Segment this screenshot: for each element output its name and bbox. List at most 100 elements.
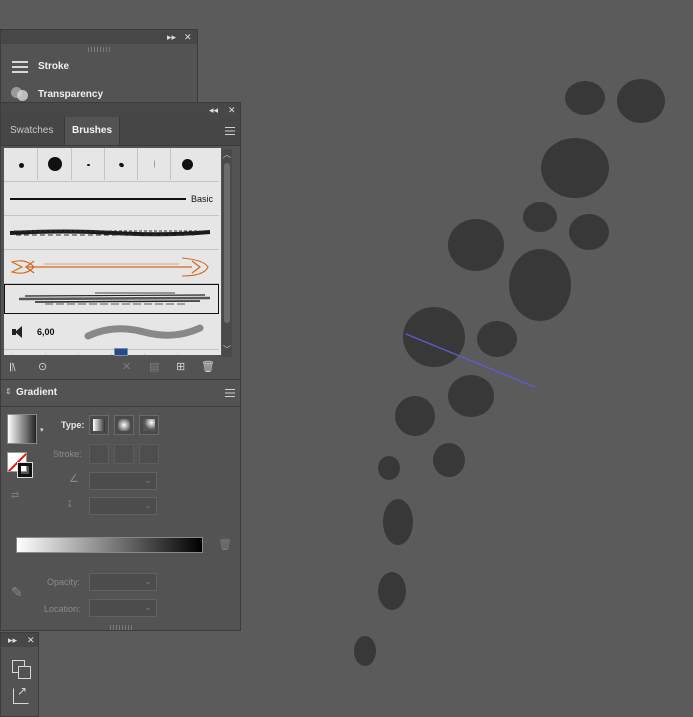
transparency-item[interactable]: Transparency <box>38 89 103 100</box>
stroke-label: Stroke: <box>53 449 82 459</box>
ink-blob <box>378 456 400 480</box>
close-icon[interactable]: ✕ <box>184 31 192 43</box>
scroll-down-icon[interactable]: ﹀ <box>223 344 231 356</box>
type-label: Type: <box>61 420 85 430</box>
close-icon[interactable]: ✕ <box>27 634 35 646</box>
pathfinder-icon[interactable] <box>12 660 31 679</box>
panel-titlebar[interactable]: ▸▸ ✕ <box>1 633 38 647</box>
arrow-stroke-preview <box>10 257 209 277</box>
brush-list[interactable]: Basic 6,00 <box>4 148 221 355</box>
gradient-panel: ⇕ Gradient ▾ ⇄ Type: Stroke: ∠ ⌄ ↨ ⌄ 🗑 ✎… <box>0 379 241 631</box>
brush-dot <box>19 163 24 168</box>
tool-dock-panel: ▸▸ ✕ ↗ <box>0 632 39 717</box>
brush-list-scrollbar[interactable]: ︿ ﹀ <box>222 149 232 357</box>
linear-gradient-button[interactable] <box>89 415 109 435</box>
panel-grip[interactable] <box>109 625 132 630</box>
brush-row-arrow[interactable] <box>4 250 219 284</box>
aspect-ratio-field[interactable]: ⌄ <box>89 497 157 515</box>
gradient-dropdown-icon[interactable]: ▾ <box>40 426 44 434</box>
panel-tabs: Swatches Brushes <box>1 117 240 146</box>
resize-handle-icon[interactable] <box>114 348 128 356</box>
stroke-within-button[interactable] <box>89 444 109 464</box>
basic-brush-label: Basic <box>191 194 214 204</box>
ink-blob <box>448 375 494 417</box>
scroll-thumb[interactable] <box>224 163 230 323</box>
stroke-transparency-panel: ▸▸ ✕ Stroke Transparency <box>0 29 198 107</box>
angle-field[interactable]: ⌄ <box>89 472 157 490</box>
scroll-up-icon[interactable]: ︿ <box>223 149 231 161</box>
panel-grip[interactable] <box>88 47 110 52</box>
basic-stroke-preview <box>10 198 186 200</box>
opacity-field[interactable]: ⌄ <box>89 573 157 591</box>
export-icon[interactable]: ↗ <box>13 684 29 704</box>
gradient-slider[interactable] <box>16 537 203 553</box>
brush-swatch[interactable] <box>72 148 105 180</box>
new-brush-icon[interactable]: ⊞ <box>176 361 185 373</box>
eyedropper-icon[interactable]: ✎ <box>11 584 23 601</box>
ink-blob <box>569 214 609 250</box>
brush-dot <box>182 159 193 170</box>
stroke-lines-icon <box>12 61 28 73</box>
tab-swatches[interactable]: Swatches <box>3 117 60 145</box>
delete-brush-icon[interactable]: 🗑 <box>201 361 215 373</box>
panel-titlebar[interactable]: ▸▸ ✕ <box>1 30 197 44</box>
brush-libraries-icon[interactable]: 𝄃\ <box>10 362 16 374</box>
collapse-icon[interactable]: ◂◂ <box>209 104 218 116</box>
reverse-gradient-icon[interactable]: ⇄ <box>11 490 19 501</box>
gradient-thumbnail[interactable] <box>7 414 37 444</box>
brush-row-partial[interactable] <box>4 350 219 355</box>
fill-stroke-icon[interactable] <box>7 452 37 480</box>
ink-blob <box>509 249 571 321</box>
pressure-stroke-preview <box>84 324 204 340</box>
close-icon[interactable]: ✕ <box>228 104 236 116</box>
ink-blob <box>378 572 406 610</box>
brush-dot <box>87 164 90 166</box>
location-field[interactable]: ⌄ <box>89 599 157 617</box>
gradient-header: ⇕ Gradient <box>1 380 240 407</box>
ink-blob <box>433 443 465 477</box>
charcoal-stroke-preview <box>9 229 211 237</box>
brush-swatch[interactable] <box>38 148 72 180</box>
ink-blob <box>395 396 435 436</box>
panel-menu-icon[interactable] <box>225 389 235 397</box>
delete-stop-icon[interactable]: 🗑 <box>218 539 232 551</box>
freeform-gradient-button[interactable] <box>139 415 159 435</box>
ink-blob <box>354 636 376 666</box>
angle-icon: ∠ <box>69 473 79 485</box>
collapse-icon[interactable]: ▸▸ <box>167 31 176 43</box>
ink-blob <box>523 202 557 232</box>
panel-menu-icon[interactable] <box>225 127 235 135</box>
radial-gradient-button[interactable] <box>114 415 134 435</box>
bristle-stroke-preview <box>18 292 211 305</box>
panel-titlebar[interactable]: ◂◂ ✕ <box>1 103 240 117</box>
brush-swatch[interactable] <box>138 148 171 180</box>
remove-brush-stroke-icon[interactable]: ✕ <box>122 361 131 373</box>
gradient-title: Gradient <box>16 387 58 398</box>
brush-dot <box>118 162 125 168</box>
libraries-panel-icon[interactable]: ⊙ <box>38 361 47 373</box>
location-label: Location: <box>44 604 81 614</box>
stroke-along-button[interactable] <box>114 444 134 464</box>
brush-options-icon[interactable]: ▤ <box>149 361 159 373</box>
brush-row-charcoal[interactable] <box>4 216 219 250</box>
brush-dot <box>48 157 62 171</box>
brush-row-basic[interactable]: Basic <box>4 182 219 216</box>
brush-row-pressure[interactable]: 6,00 <box>4 316 219 350</box>
brush-row-dots <box>4 148 219 182</box>
brush-swatch[interactable] <box>105 148 138 180</box>
brush-row-bristle-selected[interactable] <box>4 284 219 314</box>
ink-blob <box>383 499 413 545</box>
brush-swatch[interactable] <box>4 148 38 180</box>
expand-icon[interactable]: ▸▸ <box>8 634 17 646</box>
stroke-item[interactable]: Stroke <box>38 61 69 72</box>
tab-brushes[interactable]: Brushes <box>64 117 121 145</box>
opacity-label: Opacity: <box>47 577 81 587</box>
ink-blob <box>541 138 609 198</box>
updown-arrows-icon[interactable]: ⇕ <box>5 387 12 396</box>
brush-dot <box>154 160 155 168</box>
ink-blob <box>448 219 504 271</box>
brush-swatch[interactable] <box>171 148 204 180</box>
ink-blob <box>617 79 665 123</box>
ink-blob <box>477 321 517 357</box>
stroke-across-button[interactable] <box>139 444 159 464</box>
